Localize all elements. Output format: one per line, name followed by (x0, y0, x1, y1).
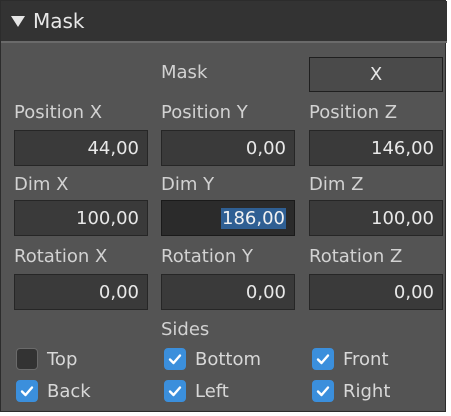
checkbox-back-label: Back (47, 380, 91, 402)
dim-z-value: 100,00 (371, 207, 434, 229)
mask-panel: Mask Mask X Position X Position Y Positi… (0, 0, 447, 412)
checkbox-left-label: Left (195, 380, 229, 402)
rotation-x-value: 0,00 (98, 281, 139, 303)
section-title: Mask (33, 9, 85, 33)
position-y-label: Position Y (161, 102, 248, 123)
position-x-field[interactable]: 44,00 (14, 130, 148, 166)
checkmark-icon[interactable] (16, 380, 38, 402)
checkmark-icon[interactable] (164, 348, 186, 370)
dim-x-field[interactable]: 100,00 (14, 200, 148, 236)
rotation-z-label: Rotation Z (309, 246, 403, 267)
dim-y-label: Dim Y (161, 174, 215, 195)
position-y-value: 0,00 (245, 137, 286, 159)
checkbox-front[interactable]: Front (312, 348, 389, 370)
position-x-label: Position X (14, 102, 103, 123)
section-header[interactable]: Mask (1, 1, 447, 43)
checkbox-left[interactable]: Left (164, 380, 229, 402)
position-z-label: Position Z (309, 102, 398, 123)
unchecked-box-icon[interactable] (16, 348, 38, 370)
rotation-x-field[interactable]: 0,00 (14, 274, 148, 310)
dim-y-field[interactable]: 186,00 (161, 200, 295, 236)
checkbox-top-label: Top (47, 348, 78, 370)
checkbox-right[interactable]: Right (312, 380, 390, 402)
rotation-y-field[interactable]: 0,00 (161, 274, 295, 310)
rotation-z-value: 0,00 (393, 281, 434, 303)
checkbox-front-label: Front (343, 348, 389, 370)
checkbox-top[interactable]: Top (16, 348, 77, 370)
mask-label: Mask (161, 62, 208, 83)
dim-y-value-selected: 186,00 (221, 207, 286, 229)
dim-x-value: 100,00 (76, 207, 139, 229)
dim-x-label: Dim X (14, 174, 69, 195)
checkbox-right-label: Right (343, 380, 391, 402)
dim-z-label: Dim Z (309, 174, 364, 195)
mask-clear-button[interactable]: X (309, 57, 443, 92)
position-z-value: 146,00 (371, 137, 434, 159)
checkmark-icon[interactable] (312, 380, 334, 402)
rotation-z-field[interactable]: 0,00 (309, 274, 443, 310)
position-x-value: 44,00 (87, 137, 139, 159)
rotation-y-label: Rotation Y (161, 246, 253, 267)
checkmark-icon[interactable] (164, 380, 186, 402)
position-y-field[interactable]: 0,00 (161, 130, 295, 166)
rotation-x-label: Rotation X (14, 246, 108, 267)
checkbox-bottom-label: Bottom (195, 348, 262, 370)
sides-label: Sides (161, 319, 210, 340)
position-z-field[interactable]: 146,00 (309, 130, 443, 166)
checkmark-icon[interactable] (312, 348, 334, 370)
collapse-triangle-icon[interactable] (11, 15, 25, 27)
dim-z-field[interactable]: 100,00 (309, 200, 443, 236)
rotation-y-value: 0,00 (245, 281, 286, 303)
checkbox-back[interactable]: Back (16, 380, 91, 402)
checkbox-bottom[interactable]: Bottom (164, 348, 261, 370)
